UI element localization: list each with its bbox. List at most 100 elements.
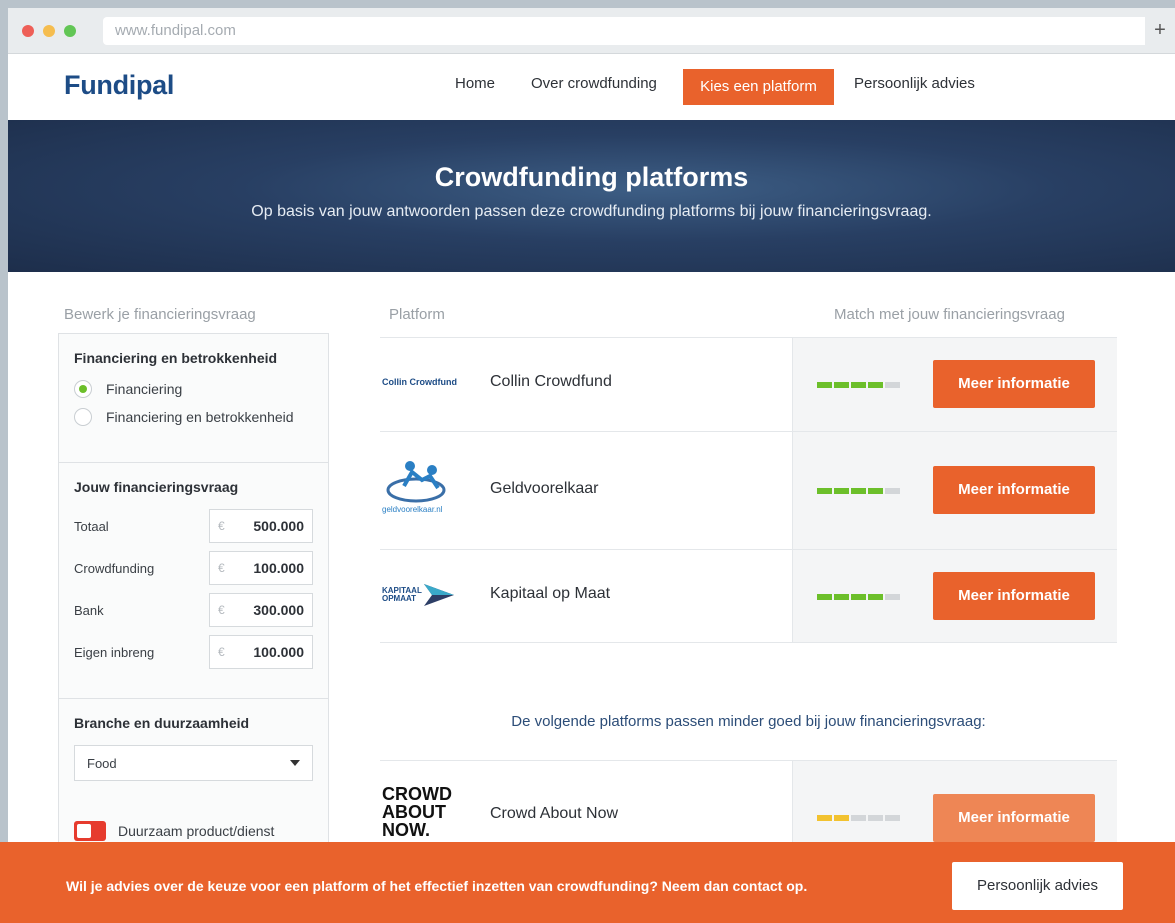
radio-financiering-betrokkenheid[interactable]: Financiering en betrokkenheid [74,408,313,426]
persoonlijk-advies-button[interactable]: Persoonlijk advies [952,862,1123,910]
match-segment [851,488,866,494]
platform-name: Geldvoorelkaar [490,480,599,497]
match-meter [817,382,900,388]
platform-name: Crowd About Now [490,805,619,822]
match-segment [885,594,900,600]
crowd-about-now-logo: CROWD ABOUT NOW. [382,784,452,840]
field-value: 300.000 [253,602,304,618]
nav-kies-een-platform[interactable]: Kies een platform [683,69,834,105]
field-label: Eigen inbreng [74,644,155,660]
platform-match: Meer informatie [792,550,1117,642]
match-segment [817,815,832,821]
logo-text: KAPITAAL OPMAAT [382,586,422,603]
platform-row: geldvoorelkaar.nl Geldvoorelkaar Meer in… [380,431,1117,549]
match-segment [834,488,849,494]
totaal-input[interactable]: € 500.000 [209,509,313,543]
filter-sidebar: Financiering en betrokkenheid Financieri… [58,333,329,853]
contact-cta-bar: Wil je advies over de keuze voor een pla… [0,842,1175,923]
field-value: 100.000 [253,560,304,576]
match-segment [851,594,866,600]
url-text: www.fundipal.com [115,22,236,39]
platform-row: Collin Crowdfund Collin Crowdfund Meer i… [380,337,1117,431]
type-section: Financiering en betrokkenheid Financieri… [59,334,328,463]
radio-label: Financiering [106,381,183,397]
browser-chrome: www.fundipal.com + [8,8,1175,54]
radio-label: Financiering en betrokkenheid [106,409,294,425]
kapitaal-op-maat-logo: KAPITAAL OPMAAT [382,584,454,606]
amounts-section-title: Jouw financieringsvraag [74,479,239,495]
match-meter [817,488,900,494]
platform-row: KAPITAAL OPMAAT Kapitaal op Maat Meer in… [380,549,1117,643]
geldvoorelkaar-logo: geldvoorelkaar.nl [382,461,446,514]
minimize-window-icon[interactable] [43,24,55,37]
crowdfunding-input[interactable]: € 100.000 [209,551,313,585]
bank-input[interactable]: € 300.000 [209,593,313,627]
site-logo[interactable]: Fundipal [64,70,174,101]
platform-match: Meer informatie [792,432,1117,549]
match-segment [868,382,883,388]
platform-info: KAPITAAL OPMAAT Kapitaal op Maat [380,550,792,642]
logo-text: geldvoorelkaar.nl [382,505,443,514]
match-meter [817,594,900,600]
match-meter [817,815,900,821]
eigen-inbreng-input[interactable]: € 100.000 [209,635,313,669]
match-segment [817,488,832,494]
match-segment [885,488,900,494]
match-segment [817,594,832,600]
radio-checked-icon[interactable] [74,380,92,398]
meer-informatie-button[interactable]: Meer informatie [933,572,1095,620]
branche-select[interactable]: Food [74,745,313,781]
match-segment [834,815,849,821]
collin-crowdfund-logo: Collin Crowdfund [382,377,457,387]
platform-match: Meer informatie [792,338,1117,431]
branche-section-title: Branche en duurzaamheid [74,715,250,731]
new-tab-icon[interactable]: + [1145,19,1175,42]
meer-informatie-button[interactable]: Meer informatie [933,466,1095,514]
type-section-title: Financiering en betrokkenheid [74,350,278,366]
col-platform-header: Platform [389,306,445,323]
duurzaam-toggle[interactable] [74,821,106,841]
radio-unchecked-icon[interactable] [74,408,92,426]
field-eigen-inbreng: Eigen inbreng € 100.000 [74,635,313,669]
match-segment [885,815,900,821]
euro-icon: € [218,561,225,575]
col-match-header: Match met jouw financieringsvraag [834,306,1065,323]
match-segment [868,594,883,600]
field-value: 100.000 [253,644,304,660]
page-subtitle: Op basis van jouw antwoorden passen deze… [251,203,932,220]
radio-financiering[interactable]: Financiering [74,380,313,398]
maximize-window-icon[interactable] [64,24,76,37]
close-window-icon[interactable] [22,24,34,37]
platform-info: geldvoorelkaar.nl Geldvoorelkaar [380,432,792,549]
euro-icon: € [218,603,225,617]
meer-informatie-button[interactable]: Meer informatie [933,794,1095,842]
chevron-down-icon [290,760,300,766]
match-segment [851,382,866,388]
nav-home[interactable]: Home [455,75,495,92]
field-bank: Bank € 300.000 [74,593,313,627]
site-nav: Fundipal Home Over crowdfunding Kies een… [8,54,1175,120]
field-label: Crowdfunding [74,560,155,576]
match-segment [851,815,866,821]
field-label: Bank [74,602,104,618]
nav-persoonlijk-advies[interactable]: Persoonlijk advies [854,75,975,92]
field-totaal: Totaal € 500.000 [74,509,313,543]
branche-select-value: Food [87,755,117,771]
match-segment [834,594,849,600]
platform-name: Collin Crowdfund [490,373,612,390]
match-segment [885,382,900,388]
euro-icon: € [218,519,225,533]
match-segment [868,488,883,494]
sidebar-heading: Bewerk je financieringsvraag [64,306,256,323]
field-value: 500.000 [253,518,304,534]
nav-over-crowdfunding[interactable]: Over crowdfunding [531,75,657,92]
branche-section: Branche en duurzaamheid Food [59,699,328,805]
platform-info: CROWD ABOUT NOW. Crowd About Now [380,761,792,850]
platform-name: Kapitaal op Maat [490,585,611,602]
platform-info: Collin Crowdfund Collin Crowdfund [380,338,792,431]
platform-row: CROWD ABOUT NOW. Crowd About Now Meer in… [380,760,1117,850]
meer-informatie-button[interactable]: Meer informatie [933,360,1095,408]
address-bar[interactable]: www.fundipal.com [103,16,1145,45]
page-title: Crowdfunding platforms [434,162,749,192]
amounts-section: Jouw financieringsvraag Totaal € 500.000… [59,463,328,699]
